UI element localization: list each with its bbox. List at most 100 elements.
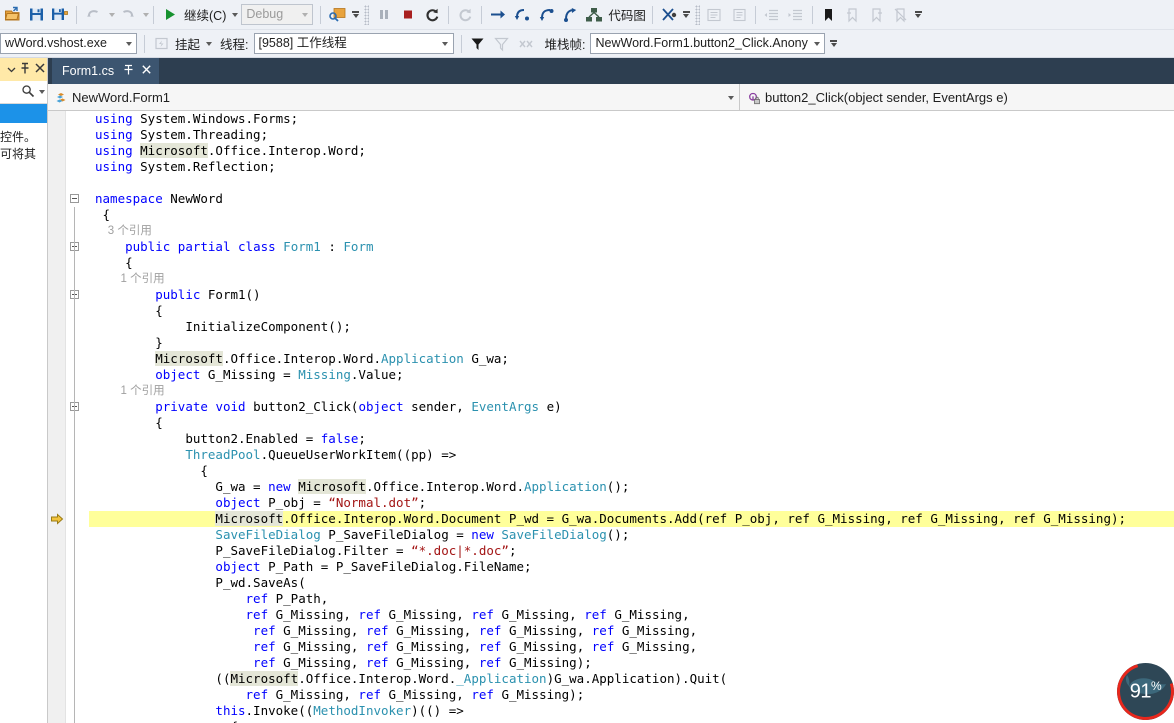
code-line[interactable]: using System.Reflection; xyxy=(89,159,1174,175)
code-line[interactable]: ref P_Path, xyxy=(89,591,1174,607)
search-options-caret-icon[interactable] xyxy=(39,90,45,94)
process-combo[interactable]: wWord.vshost.exe xyxy=(0,33,137,54)
code-text[interactable]: using System.Windows.Forms; using System.… xyxy=(89,111,1174,723)
thread-combo[interactable]: [9588] 工作线程 xyxy=(253,33,454,54)
close-icon[interactable] xyxy=(34,62,46,77)
search-icon[interactable] xyxy=(21,84,35,101)
codelens-reference-count[interactable]: 3 个引用 xyxy=(89,223,1174,239)
navbar-type-dropdown[interactable]: NewWord.Form1 xyxy=(48,84,740,111)
code-token: G_Missing, xyxy=(621,623,698,638)
code-line[interactable]: SaveFileDialog P_SaveFileDialog = new Sa… xyxy=(89,527,1174,543)
pin-icon[interactable] xyxy=(19,62,31,78)
code-line[interactable]: private void button2_Click(object sender… xyxy=(89,399,1174,415)
codelens-reference-count[interactable]: 1 个引用 xyxy=(89,271,1174,287)
code-line-current[interactable]: Microsoft.Office.Interop.Word.Document P… xyxy=(89,511,1174,527)
code-line[interactable]: public partial class Form1 : Form xyxy=(89,239,1174,255)
code-token: object xyxy=(155,367,208,382)
code-line[interactable]: ((Microsoft.Office.Interop.Word._Applica… xyxy=(89,671,1174,687)
continue-dropdown-caret[interactable] xyxy=(232,12,239,17)
suspend-label[interactable]: 挂起 xyxy=(173,34,202,53)
toolbox-selected-item[interactable] xyxy=(0,104,48,123)
code-line[interactable]: { xyxy=(89,463,1174,479)
navbar-member-dropdown[interactable]: button2_Click(object sender, EventArgs e… xyxy=(740,84,1173,111)
continue-play-icon[interactable] xyxy=(159,3,181,27)
code-map-label[interactable]: 代码图 xyxy=(606,5,648,24)
code-token: button2_Click( xyxy=(253,399,359,414)
toolbar-grip[interactable] xyxy=(694,4,700,25)
code-line[interactable] xyxy=(89,175,1174,191)
code-line[interactable]: { xyxy=(89,415,1174,431)
step-into-icon[interactable] xyxy=(511,3,533,27)
code-line[interactable]: { xyxy=(89,303,1174,319)
step-over-icon[interactable] xyxy=(535,3,557,27)
code-line[interactable]: object P_Path = P_SaveFileDialog.FileNam… xyxy=(89,559,1174,575)
code-token: { xyxy=(155,303,163,318)
code-map-icon[interactable] xyxy=(583,3,605,27)
next-bookmark-icon xyxy=(866,3,888,27)
code-line[interactable]: } xyxy=(89,335,1174,351)
code-line[interactable]: ref G_Missing, ref G_Missing, ref G_Miss… xyxy=(89,623,1174,639)
open-file-icon[interactable] xyxy=(1,3,23,27)
panel-menu-caret-icon[interactable] xyxy=(7,63,16,77)
code-token: Microsoft xyxy=(215,511,284,526)
code-line[interactable]: { xyxy=(89,207,1174,223)
restart-debugging-icon[interactable] xyxy=(421,3,443,27)
code-token: G_Missing, xyxy=(396,623,479,638)
code-line[interactable]: ref G_Missing, ref G_Missing, ref G_Miss… xyxy=(89,639,1174,655)
breakpoint-margin[interactable] xyxy=(48,111,66,723)
toggle-bookmark-icon[interactable] xyxy=(818,3,840,27)
tab-form1-cs[interactable]: Form1.cs xyxy=(52,58,160,84)
continue-button-label[interactable]: 继续(C) xyxy=(182,5,228,24)
main-workspace: 控件。 可将其 Form1.cs NewWord.Form1 button2_C… xyxy=(0,58,1174,723)
toolbar-grip[interactable] xyxy=(364,4,370,25)
suspend-dropdown-caret[interactable] xyxy=(206,41,213,46)
code-line[interactable]: using System.Windows.Forms; xyxy=(89,111,1174,127)
debug-location-overflow-icon[interactable] xyxy=(830,40,838,47)
attach-to-process-icon[interactable] xyxy=(326,3,349,27)
attach-overflow-icon[interactable] xyxy=(352,11,360,18)
tab-pin-icon[interactable] xyxy=(123,64,134,79)
toolbox-caption-bar xyxy=(0,58,48,81)
code-token: P_Path = P_SaveFileDialog.FileName; xyxy=(268,559,532,574)
code-line[interactable]: { xyxy=(89,255,1174,271)
chevron-down-icon[interactable] xyxy=(723,95,739,100)
code-line[interactable]: ThreadPool.QueueUserWorkItem((pp) => xyxy=(89,447,1174,463)
code-line[interactable]: Microsoft.Office.Interop.Word.Applicatio… xyxy=(89,351,1174,367)
outlining-margin[interactable] xyxy=(67,111,89,723)
code-line[interactable]: button2.Enabled = false; xyxy=(89,431,1174,447)
code-line[interactable]: object G_Missing = Missing.Value; xyxy=(89,367,1174,383)
step-out-icon[interactable] xyxy=(559,3,581,27)
code-token: ref xyxy=(471,687,502,702)
filter-threads-icon[interactable] xyxy=(467,32,489,56)
toolbox-search-row[interactable] xyxy=(0,81,48,104)
code-line[interactable]: InitializeComponent(); xyxy=(89,319,1174,335)
text-editor-overflow-icon[interactable] xyxy=(914,11,922,18)
code-line[interactable]: P_wd.SaveAs( xyxy=(89,575,1174,591)
code-line[interactable]: this.Invoke((MethodInvoker)(() => xyxy=(89,703,1174,719)
code-line[interactable]: using System.Threading; xyxy=(89,127,1174,143)
solution-configuration-combo[interactable]: Debug xyxy=(241,4,314,25)
code-line[interactable]: P_SaveFileDialog.Filter = “*.doc|*.doc”; xyxy=(89,543,1174,559)
code-line[interactable]: object P_obj = “Normal.dot”; xyxy=(89,495,1174,511)
code-token: G_Missing, xyxy=(508,639,592,654)
code-line[interactable]: public Form1() xyxy=(89,287,1174,303)
code-line[interactable]: ref G_Missing, ref G_Missing, ref G_Miss… xyxy=(89,655,1174,671)
code-line[interactable]: ref G_Missing, ref G_Missing, ref G_Miss… xyxy=(89,607,1174,623)
show-next-statement-icon[interactable] xyxy=(487,3,509,27)
save-icon[interactable] xyxy=(25,3,47,27)
code-line[interactable]: { xyxy=(89,719,1174,723)
intellitrace-overflow-icon[interactable] xyxy=(682,11,690,18)
code-line[interactable]: ref G_Missing, ref G_Missing, ref G_Miss… xyxy=(89,687,1174,703)
save-all-icon[interactable] xyxy=(49,3,71,27)
code-line[interactable]: namespace NewWord xyxy=(89,191,1174,207)
code-editor[interactable]: using System.Windows.Forms; using System.… xyxy=(48,111,1174,723)
code-line[interactable]: G_wa = new Microsoft.Office.Interop.Word… xyxy=(89,479,1174,495)
code-token: G_Missing, xyxy=(283,655,366,670)
tab-close-icon[interactable] xyxy=(141,64,152,78)
code-line[interactable]: using Microsoft.Office.Interop.Word; xyxy=(89,143,1174,159)
stackframe-combo[interactable]: NewWord.Form1.button2_Click.Anonyı xyxy=(590,33,826,54)
codelens-reference-count[interactable]: 1 个引用 xyxy=(89,383,1174,399)
stop-debugging-icon[interactable] xyxy=(397,3,419,27)
intellitrace-icon[interactable] xyxy=(658,3,680,27)
outlining-collapse-icon[interactable] xyxy=(70,194,79,203)
